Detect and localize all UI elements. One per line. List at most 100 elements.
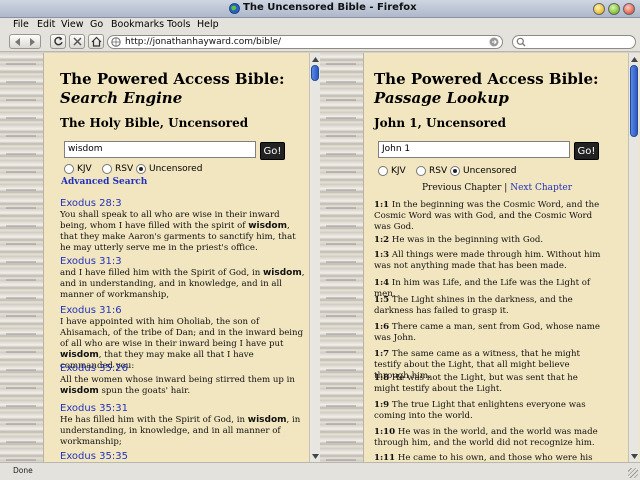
verse-number: 1:7	[374, 349, 390, 359]
verse-text: The Light shines in the darkness, and th…	[374, 295, 573, 316]
minimize-button[interactable]	[593, 3, 605, 15]
forward-arrow-icon[interactable]	[25, 37, 39, 47]
result-text: and I have filled him with the Spirit of…	[60, 268, 306, 301]
radio-kjv-label: KJV	[391, 166, 406, 176]
web-search-box[interactable]	[512, 35, 636, 49]
home-icon	[91, 36, 101, 47]
verse: 1:5 The Light shines in the darkness, an…	[374, 295, 602, 317]
url-bar[interactable]: http://jonathanhayward.com/bible/	[107, 35, 503, 49]
go-arrow-icon[interactable]	[489, 37, 499, 47]
verse-number: 1:6	[374, 322, 390, 332]
result-text-after: spun the goats' hair.	[98, 386, 191, 396]
back-forward-group	[9, 34, 41, 49]
verse: 1:9 The true Light that enlightens every…	[374, 400, 602, 422]
stop-icon	[72, 37, 82, 46]
verse-text: The true Light that enlightens everyone …	[374, 400, 586, 421]
result-ref-link[interactable]: Exodus 35:26	[60, 363, 128, 374]
verse-text: He was not the Light, but was sent that …	[374, 373, 578, 394]
menu-view[interactable]: View	[61, 19, 84, 30]
title-bar: The Uncensored Bible - Firefox	[0, 0, 640, 18]
verse-text: He came to his own, and those who were h…	[397, 453, 593, 462]
next-chapter-link[interactable]: Next Chapter	[510, 183, 572, 193]
radio-kjv[interactable]	[378, 166, 388, 176]
scroll-up-arrow-icon[interactable]	[629, 54, 639, 64]
passage-frame: The Powered Access Bible: Passage Lookup…	[320, 53, 640, 462]
menu-bookmarks[interactable]: Bookmarks	[111, 19, 164, 30]
radio-uncensored-label: Uncensored	[463, 166, 517, 176]
maximize-button[interactable]	[608, 3, 620, 15]
home-button[interactable]	[88, 34, 104, 49]
result-match: wisdom	[60, 350, 99, 360]
radio-kjv[interactable]	[64, 164, 74, 174]
search-frame: The Powered Access Bible: Search Engine …	[0, 53, 320, 462]
verse-number: 1:5	[374, 295, 390, 305]
verse-number: 1:4	[374, 278, 390, 288]
passage-go-button[interactable]: Go!	[574, 142, 599, 160]
chapter-navigation: Previous Chapter | Next Chapter	[422, 183, 572, 193]
search-frame-scrollbar[interactable]	[309, 53, 320, 462]
scroll-thumb[interactable]	[311, 65, 319, 81]
scroll-thumb[interactable]	[630, 65, 638, 137]
result-ref-link[interactable]: Exodus 28:3	[60, 198, 122, 209]
verse-number: 1:11	[374, 453, 396, 462]
verse: 1:3 All things were made through him. Wi…	[374, 250, 602, 272]
radio-rsv[interactable]	[416, 166, 426, 176]
passage-frame-scrollbar[interactable]	[628, 53, 639, 462]
result-text-before: All the women whose inward being stirred…	[60, 375, 295, 385]
passage-title-line2: Passage Lookup	[374, 89, 509, 107]
radio-rsv-label: RSV	[115, 164, 134, 174]
stop-button[interactable]	[69, 34, 85, 49]
search-engine-icon[interactable]	[516, 37, 526, 47]
verse-number: 1:8	[374, 373, 390, 383]
reload-button[interactable]	[50, 34, 66, 49]
resize-grip-icon[interactable]	[628, 468, 638, 478]
result-text: He has filled him with the Spirit of God…	[60, 415, 306, 448]
search-query-input[interactable]: wisdom	[64, 141, 256, 158]
url-text[interactable]: http://jonathanhayward.com/bible/	[125, 37, 281, 47]
verse: 1:2 He was in the beginning with God.	[374, 235, 602, 246]
result-text: You shall speak to all who are wise in t…	[60, 210, 306, 254]
site-identity-icon	[111, 37, 121, 47]
verse-text: In the beginning was the Cosmic Word, an…	[374, 200, 600, 232]
result-ref-link[interactable]: Exodus 31:6	[60, 305, 122, 316]
menu-edit[interactable]: Edit	[37, 19, 55, 30]
radio-uncensored[interactable]	[136, 164, 146, 174]
scroll-down-arrow-icon[interactable]	[310, 451, 320, 461]
radio-kjv-label: KJV	[77, 164, 92, 174]
menu-file[interactable]: File	[13, 19, 29, 30]
search-subtitle: The Holy Bible, Uncensored	[60, 116, 249, 130]
version-radio-group: KJV RSV Uncensored	[64, 164, 264, 176]
passage-title-line1: The Powered Access Bible:	[374, 70, 599, 88]
menu-bar: File Edit View Go Bookmarks Tools Help	[0, 18, 640, 32]
radio-rsv-label: RSV	[429, 166, 448, 176]
verse: 1:1 In the beginning was the Cosmic Word…	[374, 200, 602, 233]
search-go-button[interactable]: Go!	[260, 142, 285, 160]
spiral-binding-decoration	[0, 53, 44, 462]
passage-query-input[interactable]: John 1	[378, 141, 570, 158]
menu-help[interactable]: Help	[197, 19, 219, 30]
verse: 1:6 There came a man, sent from God, who…	[374, 322, 602, 344]
result-text: All the women whose inward being stirred…	[60, 375, 306, 397]
chapter-nav-separator: |	[504, 183, 508, 193]
scroll-down-arrow-icon[interactable]	[629, 451, 639, 461]
passage-subtitle: John 1, Uncensored	[374, 116, 506, 130]
result-ref-link[interactable]: Exodus 31:3	[60, 256, 122, 267]
result-ref-link[interactable]: Exodus 35:35	[60, 451, 128, 462]
advanced-search-link[interactable]: Advanced Search	[61, 177, 147, 187]
verse: 1:8 He was not the Light, but was sent t…	[374, 373, 602, 395]
previous-chapter-link[interactable]: Previous Chapter	[422, 183, 501, 193]
verse: 1:10 He was in the world, and the world …	[374, 427, 602, 449]
verse-number: 1:10	[374, 427, 396, 437]
result-text-before: He has filled him with the Spirit of God…	[60, 415, 248, 425]
radio-uncensored[interactable]	[450, 166, 460, 176]
result-ref-link[interactable]: Exodus 35:31	[60, 403, 128, 414]
result-match: wisdom	[248, 221, 287, 231]
scroll-up-arrow-icon[interactable]	[310, 54, 320, 64]
window-title: The Uncensored Bible - Firefox	[243, 2, 417, 13]
back-arrow-icon[interactable]	[11, 37, 25, 47]
menu-tools[interactable]: Tools	[167, 19, 190, 30]
verse-text: He was in the world, and the world was m…	[374, 427, 598, 448]
close-button[interactable]	[623, 3, 635, 15]
radio-rsv[interactable]	[102, 164, 112, 174]
menu-go[interactable]: Go	[90, 19, 103, 30]
